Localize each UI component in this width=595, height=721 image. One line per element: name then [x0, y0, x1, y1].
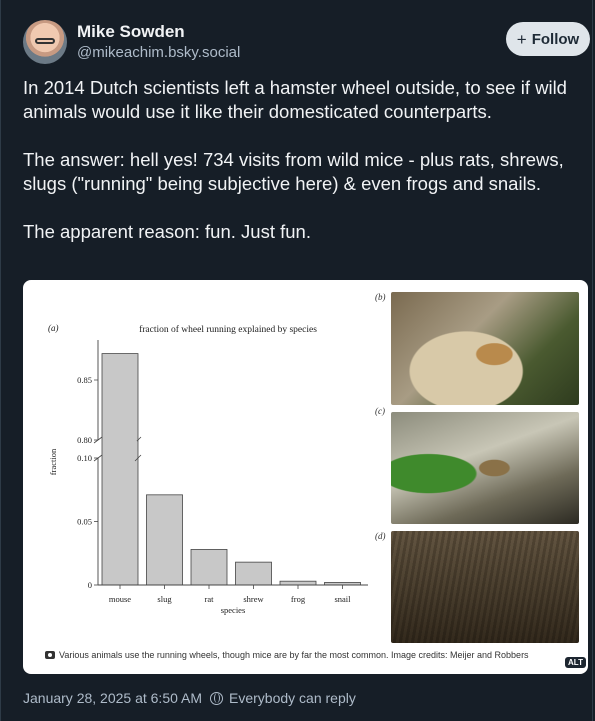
y-tick-label: 0	[88, 580, 92, 590]
post-image[interactable]: fraction of wheel running explained by s…	[23, 280, 588, 674]
post-paragraph: The apparent reason: fun. Just fun.	[23, 221, 311, 242]
bar-mouse	[101, 353, 139, 586]
x-tick-label: slug	[157, 594, 172, 604]
follow-label: Follow	[531, 30, 580, 48]
bar-chart: fraction of wheel running explained by s…	[48, 323, 368, 615]
panel-label-d: (d)	[375, 531, 386, 541]
y-tick-label: 0.05	[77, 517, 92, 527]
bar-shrew	[235, 561, 272, 586]
panel-label-c: (c)	[375, 406, 385, 416]
panel-label-a: (a)	[48, 323, 59, 333]
y-tick-label: 0.85	[77, 375, 92, 385]
photo-mouse-in-wheel	[391, 292, 579, 405]
x-tick-label: mouse	[109, 594, 131, 604]
x-tick-label: snail	[334, 594, 351, 604]
post-paragraph: In 2014 Dutch scientists left a hamster …	[23, 77, 567, 122]
panel-label-b: (b)	[375, 292, 386, 302]
post-text: In 2014 Dutch scientists left a hamster …	[23, 76, 578, 268]
image-caption: Various animals use the running wheels, …	[45, 650, 529, 660]
plus-icon: +	[516, 29, 527, 49]
caption-text: Various animals use the running wheels, …	[59, 650, 529, 660]
post-paragraph: The answer: hell yes! 734 visits from wi…	[23, 149, 564, 194]
y-axis-label: fraction	[48, 448, 58, 475]
y-tick-label: 0.10	[77, 453, 92, 463]
post-footer: January 28, 2025 at 6:50 AM Everybody ca…	[23, 690, 356, 706]
bar-slug	[146, 494, 183, 586]
alt-badge[interactable]: ALT	[565, 657, 586, 668]
y-tick-label: 0.80	[77, 435, 92, 445]
timestamp[interactable]: January 28, 2025 at 6:50 AM	[23, 690, 202, 706]
x-tick-label: frog	[291, 594, 306, 604]
author-name[interactable]: Mike Sowden	[77, 22, 185, 42]
camera-icon	[45, 651, 55, 659]
globe-icon	[210, 691, 224, 705]
bar-break-gap	[103, 441, 137, 457]
x-tick-label: shrew	[243, 594, 264, 604]
x-tick-label: rat	[205, 594, 215, 604]
bar-rat	[190, 549, 228, 586]
chart-title: fraction of wheel running explained by s…	[139, 324, 317, 335]
photo-frog-in-wheel	[391, 412, 579, 524]
reply-setting: Everybody can reply	[229, 690, 356, 706]
x-axis-label: species	[221, 605, 246, 615]
follow-button[interactable]: + Follow	[506, 22, 590, 56]
avatar[interactable]	[23, 20, 67, 64]
author-handle[interactable]: @mikeachim.bsky.social	[77, 44, 240, 61]
post: Mike Sowden @mikeachim.bsky.social + Fol…	[0, 0, 593, 721]
bar-frog	[279, 580, 317, 586]
photo-wheel-outdoors	[391, 531, 579, 643]
